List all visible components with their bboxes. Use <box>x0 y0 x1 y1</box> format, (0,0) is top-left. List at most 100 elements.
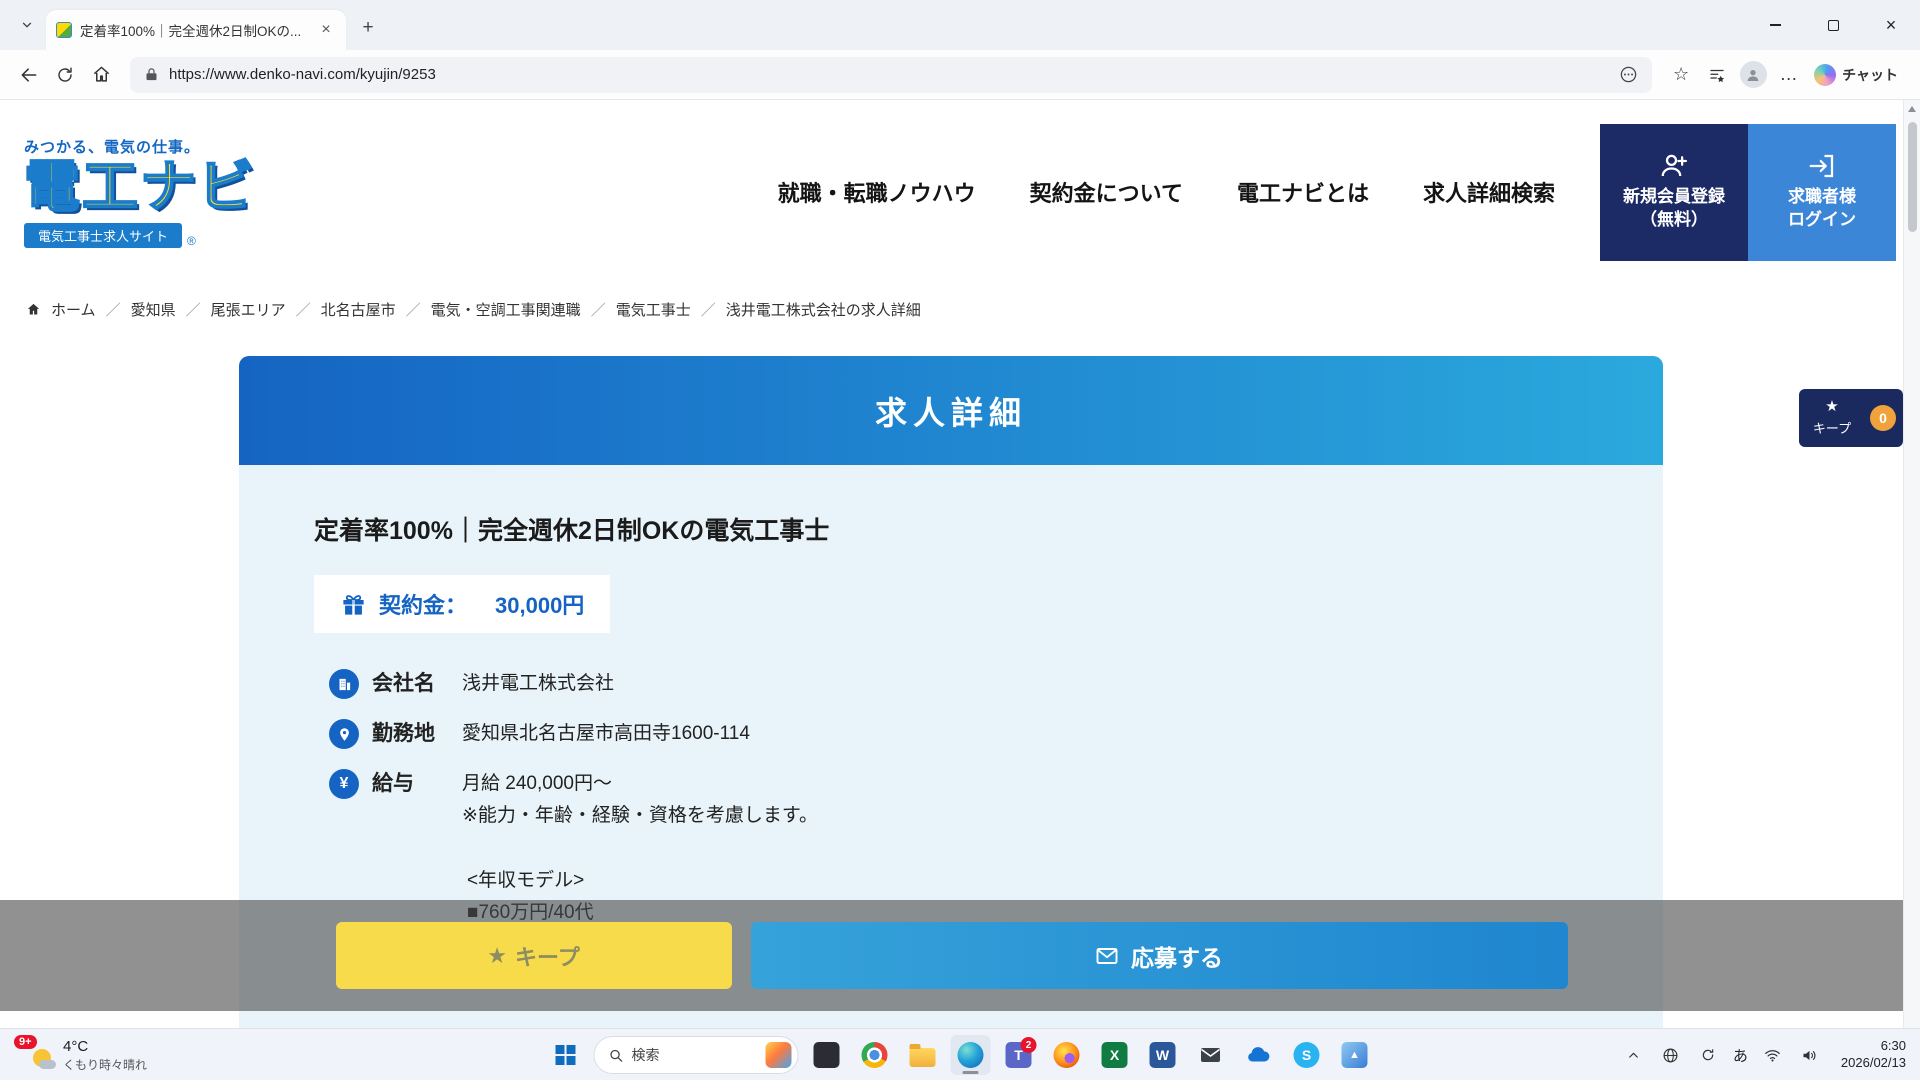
clock[interactable]: 6:30 2026/02/13 <box>1835 1038 1912 1072</box>
login-enter-icon <box>1807 151 1837 181</box>
app-chrome[interactable] <box>855 1035 895 1075</box>
breadcrumb-separator: ／ <box>296 299 311 320</box>
detail-row-salary: ¥ 給与 月給 240,000円〜 ※能力・年齢・経験・資格を考慮します。 <box>329 769 1588 832</box>
app-edge[interactable] <box>951 1035 991 1075</box>
start-button[interactable] <box>546 1035 586 1075</box>
weather-icon: 9+ <box>18 1038 54 1072</box>
copilot-button[interactable]: チャット <box>1808 60 1908 90</box>
detail-row-company: 会社名 浅井電工株式会社 <box>329 669 1588 699</box>
scrollbar-up-icon[interactable] <box>1908 106 1916 112</box>
envelope-icon <box>1095 944 1119 968</box>
volume-icon <box>1801 1047 1818 1064</box>
settings-more-button[interactable]: … <box>1772 58 1806 92</box>
ime-indicator[interactable]: あ <box>1733 1045 1748 1066</box>
breadcrumb-area[interactable]: 尾張エリア <box>211 299 286 320</box>
app-mail[interactable] <box>1191 1035 1231 1075</box>
address-bar[interactable]: https://www.denko-navi.com/kyujin/9253 <box>130 57 1652 93</box>
star-icon: ★ <box>1799 397 1865 415</box>
detail-label: 勤務地 <box>372 719 462 749</box>
new-tab-button[interactable]: + <box>354 14 382 42</box>
app-file-explorer[interactable] <box>903 1035 943 1075</box>
site-logo[interactable]: みつかる、電気の仕事。 電工ナビ 電気工事士求人サイト ® <box>24 136 256 247</box>
job-title: 定着率100%｜完全週休2日制OKの電気工事士 <box>314 511 1588 547</box>
wifi-icon <box>1764 1047 1781 1064</box>
job-details: 会社名 浅井電工株式会社 勤務地 愛知県北名古屋市高田寺1600-114 ¥ 給… <box>329 669 1588 832</box>
close-button[interactable]: × <box>1862 0 1920 50</box>
minimize-button[interactable] <box>1746 0 1804 50</box>
app-skype[interactable]: S <box>1287 1035 1327 1075</box>
window-controls: × <box>1746 0 1920 50</box>
weather-desc: くもり時々晴れ <box>63 1056 147 1073</box>
copilot-label: チャット <box>1842 65 1898 85</box>
gift-icon <box>340 591 367 618</box>
person-icon <box>1745 67 1761 83</box>
apply-button[interactable]: 応募する <box>751 922 1568 989</box>
person-plus-icon <box>1659 151 1689 181</box>
keep-button[interactable]: ★ キープ <box>336 922 732 989</box>
tab-search-button[interactable] <box>12 12 42 38</box>
refresh-button[interactable] <box>48 58 82 92</box>
close-icon: × <box>1886 16 1897 34</box>
chevron-down-icon <box>20 18 34 32</box>
file-explorer-icon <box>910 1048 936 1067</box>
breadcrumb-prefecture[interactable]: 愛知県 <box>131 299 176 320</box>
breadcrumb-job-category[interactable]: 電気・空調工事関連職 <box>431 299 581 320</box>
nav-item-knowhow[interactable]: 就職・転職ノウハウ <box>778 176 976 208</box>
detail-label: 給与 <box>372 769 462 799</box>
nav-item-about[interactable]: 電工ナビとは <box>1237 176 1369 208</box>
breadcrumb-city[interactable]: 北名古屋市 <box>321 299 396 320</box>
home-icon <box>92 65 111 84</box>
bookmark-star-button[interactable]: ☆ <box>1664 58 1698 92</box>
weather-widget[interactable]: 9+ 4°C くもり時々晴れ <box>10 1029 155 1080</box>
job-detail-header: 求人詳細 <box>239 356 1663 465</box>
register-label-2: （無料） <box>1640 208 1708 233</box>
tab-close-icon[interactable]: × <box>316 20 336 40</box>
map-pin-icon <box>329 719 359 749</box>
wifi-button[interactable] <box>1761 1043 1785 1067</box>
word-icon: W <box>1150 1042 1176 1068</box>
app-excel[interactable]: X <box>1095 1035 1135 1075</box>
favorites-list-button[interactable] <box>1700 58 1734 92</box>
logo-text: 電工ナビ <box>24 157 256 217</box>
hidden-icons-button[interactable] <box>1622 1043 1646 1067</box>
sync-button[interactable] <box>1696 1043 1720 1067</box>
breadcrumb-home[interactable]: ホーム <box>51 299 96 320</box>
register-button[interactable]: 新規会員登録 （無料） <box>1600 124 1748 261</box>
yen-icon: ¥ <box>329 769 359 799</box>
browser-tab[interactable]: 定着率100%｜完全週休2日制OKの... × <box>46 10 346 50</box>
browser-tab-bar: 定着率100%｜完全週休2日制OKの... × + × <box>0 0 1920 50</box>
app-teams[interactable]: T 2 <box>999 1035 1039 1075</box>
profile-button[interactable] <box>1736 58 1770 92</box>
app-onedrive[interactable] <box>1239 1035 1279 1075</box>
job-detail-body: 定着率100%｜完全週休2日制OKの電気工事士 契約金： 30,000円 会社名… <box>239 465 1663 929</box>
page-scrollbar[interactable] <box>1903 100 1920 1028</box>
detail-value: 浅井電工株式会社 <box>462 669 614 699</box>
breadcrumb: ホーム ／ 愛知県 ／ 尾張エリア ／ 北名古屋市 ／ 電気・空調工事関連職 ／… <box>0 298 1920 320</box>
maximize-icon <box>1828 20 1839 31</box>
app-word[interactable]: W <box>1143 1035 1183 1075</box>
keep-float-widget[interactable]: ★ キープ 0 <box>1799 389 1903 447</box>
ellipsis-circle-icon[interactable] <box>1619 65 1638 84</box>
active-app-indicator <box>963 1071 979 1074</box>
app-photos[interactable]: ▲ <box>1335 1035 1375 1075</box>
nav-item-job-search[interactable]: 求人詳細検索 <box>1423 176 1555 208</box>
nav-item-contract-money[interactable]: 契約金について <box>1030 176 1183 208</box>
volume-button[interactable] <box>1798 1043 1822 1067</box>
app-terminal[interactable] <box>807 1035 847 1075</box>
scrollbar-thumb[interactable] <box>1908 122 1917 232</box>
login-button[interactable]: 求職者様 ログイン <box>1748 124 1896 261</box>
network-globe-button[interactable] <box>1659 1043 1683 1067</box>
clock-date: 2026/02/13 <box>1841 1055 1906 1072</box>
app-firefox[interactable] <box>1047 1035 1087 1075</box>
taskbar-search[interactable]: 検索 <box>594 1036 799 1074</box>
main-nav: 就職・転職ノウハウ 契約金について 電工ナビとは 求人詳細検索 <box>778 176 1555 208</box>
breadcrumb-separator: ／ <box>406 299 421 320</box>
url-text: https://www.denko-navi.com/kyujin/9253 <box>169 66 436 83</box>
home-button[interactable] <box>84 58 118 92</box>
register-label-1: 新規会員登録 <box>1623 185 1725 210</box>
back-button[interactable] <box>12 58 46 92</box>
system-tray: あ 6:30 2026/02/13 <box>1622 1029 1912 1080</box>
maximize-button[interactable] <box>1804 0 1862 50</box>
tab-title: 定着率100%｜完全週休2日制OKの... <box>80 20 308 40</box>
breadcrumb-job-type[interactable]: 電気工事士 <box>616 299 691 320</box>
